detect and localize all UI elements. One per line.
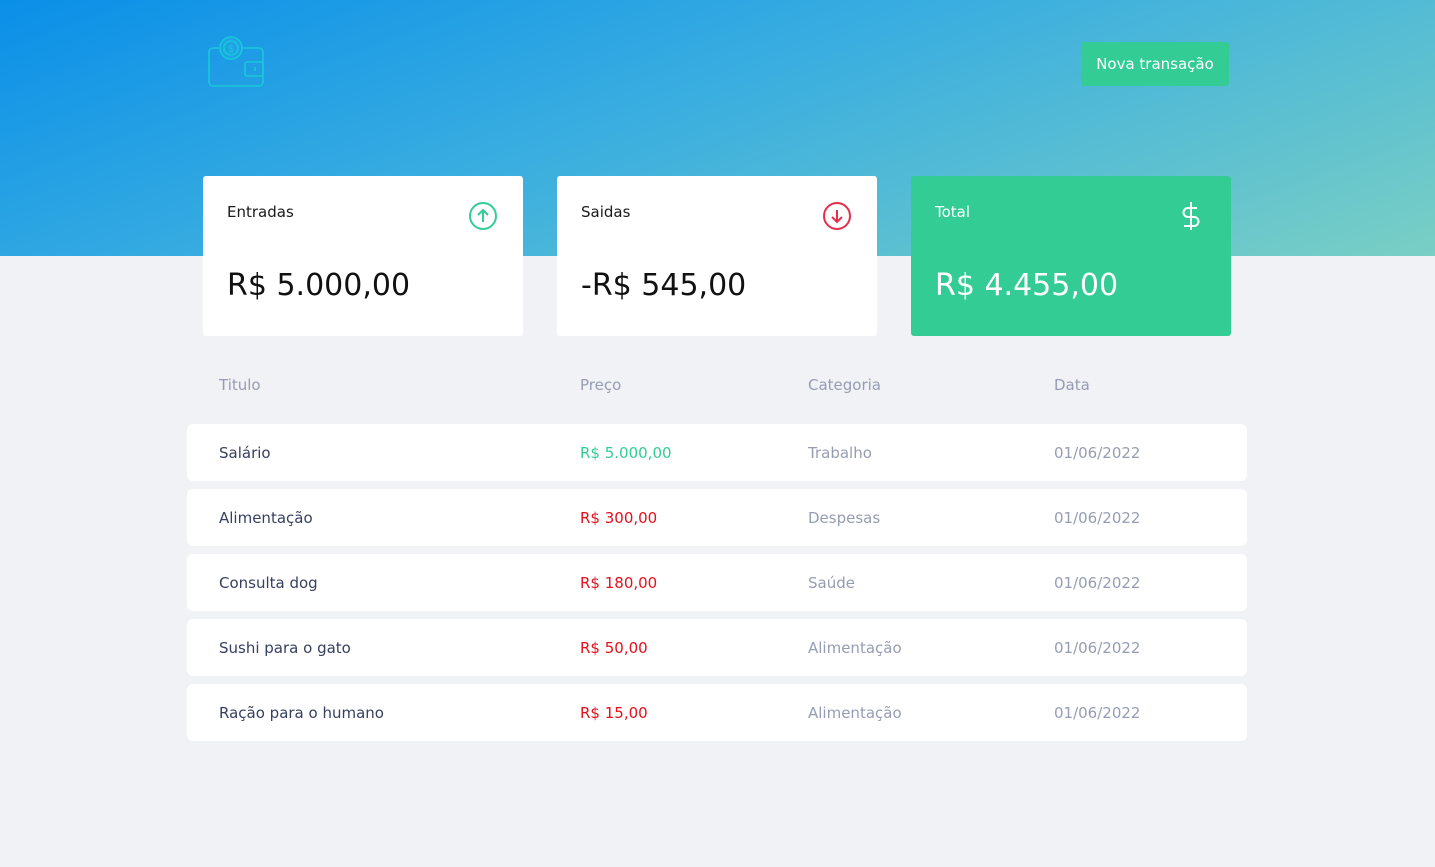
outcome-label: Saidas: [581, 203, 631, 221]
svg-text:$: $: [228, 44, 234, 55]
header-date: Data: [1054, 376, 1090, 394]
arrow-down-circle-icon: [823, 202, 851, 230]
row-category: Saúde: [808, 573, 855, 592]
table-row: Alimentação R$ 300,00 Despesas 01/06/202…: [187, 489, 1247, 546]
row-price: R$ 180,00: [580, 573, 658, 592]
table-row: Sushi para o gato R$ 50,00 Alimentação 0…: [187, 619, 1247, 676]
total-value: R$ 4.455,00: [935, 268, 1119, 303]
table-row: Salário R$ 5.000,00 Trabalho 01/06/2022: [187, 424, 1247, 481]
row-price: R$ 50,00: [580, 638, 648, 657]
row-date: 01/06/2022: [1054, 703, 1141, 722]
row-date: 01/06/2022: [1054, 573, 1141, 592]
header-title: Titulo: [219, 376, 261, 394]
row-category: Trabalho: [808, 443, 872, 462]
row-date: 01/06/2022: [1054, 508, 1141, 527]
table-row: Ração para o humano R$ 15,00 Alimentação…: [187, 684, 1247, 741]
wallet-dollar-icon: $: [208, 36, 264, 87]
header-category: Categoria: [808, 376, 882, 394]
row-title: Alimentação: [219, 508, 313, 527]
row-category: Alimentação: [808, 703, 902, 722]
row-price: R$ 300,00: [580, 508, 658, 527]
total-card: Total R$ 4.455,00: [911, 176, 1231, 336]
row-date: 01/06/2022: [1054, 638, 1141, 657]
income-label: Entradas: [227, 203, 294, 221]
transactions-table: Salário R$ 5.000,00 Trabalho 01/06/2022 …: [187, 424, 1247, 749]
outcome-value: -R$ 545,00: [581, 268, 747, 303]
dollar-sign-icon: [1182, 202, 1200, 230]
outcome-card: Saidas -R$ 545,00: [557, 176, 877, 336]
table-row: Consulta dog R$ 180,00 Saúde 01/06/2022: [187, 554, 1247, 611]
row-category: Despesas: [808, 508, 881, 527]
total-label: Total: [935, 203, 971, 221]
row-price: R$ 5.000,00: [580, 443, 672, 462]
row-title: Ração para o humano: [219, 703, 384, 722]
row-price: R$ 15,00: [580, 703, 648, 722]
income-card: Entradas R$ 5.000,00: [203, 176, 523, 336]
row-title: Sushi para o gato: [219, 638, 351, 657]
new-transaction-button[interactable]: Nova transação: [1081, 42, 1229, 86]
row-category: Alimentação: [808, 638, 902, 657]
table-header: Titulo Preço Categoria Data: [187, 376, 1247, 400]
row-title: Consulta dog: [219, 573, 318, 592]
app: $ Nova transação Entradas R$ 5.000,00 Sa…: [0, 0, 1435, 867]
row-title: Salário: [219, 443, 271, 462]
header-price: Preço: [580, 376, 622, 394]
income-value: R$ 5.000,00: [227, 268, 411, 303]
row-date: 01/06/2022: [1054, 443, 1141, 462]
arrow-up-circle-icon: [469, 202, 497, 230]
